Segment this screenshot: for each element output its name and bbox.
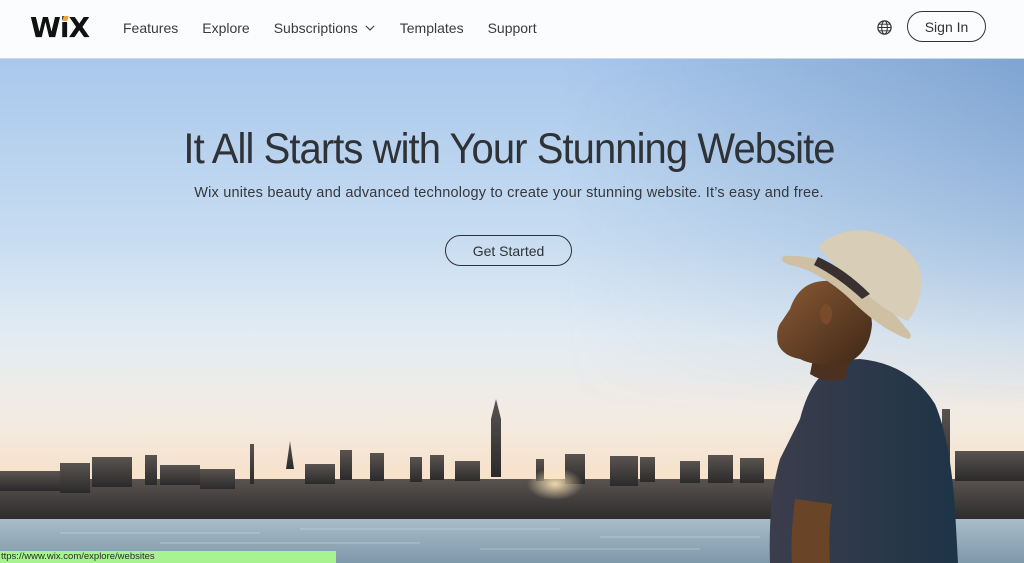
main-nav: Features Explore Subscriptions Templates…	[123, 19, 561, 37]
logo-letter-i: i	[60, 13, 70, 43]
link-status-bar: ttps://www.wix.com/explore/websites	[0, 551, 336, 563]
nav-features-label: Features	[123, 20, 179, 36]
nav-support[interactable]: Support	[488, 19, 537, 37]
logo-letter-x: X	[68, 11, 91, 44]
nav-templates-label: Templates	[399, 20, 464, 36]
nav-features[interactable]: Features	[123, 19, 178, 37]
nav-explore-label: Explore	[202, 20, 250, 36]
logo-letter-w: W	[30, 11, 61, 44]
chevron-down-icon	[365, 25, 375, 31]
top-nav-bar: Wi X Features Explore Subscriptions Templ…	[0, 0, 1024, 59]
globe-icon[interactable]	[876, 19, 893, 36]
hero-subheadline: Wix unites beauty and advanced technolog…	[194, 185, 824, 201]
nav-templates[interactable]: Templates	[400, 19, 464, 37]
nav-subscriptions-label: Subscriptions	[273, 20, 358, 36]
get-started-button[interactable]: Get Started	[445, 235, 572, 266]
nav-explore[interactable]: Explore	[202, 19, 249, 37]
wix-logo[interactable]: Wi X	[30, 11, 91, 44]
hero-headline: It All Starts with Your Stunning Website	[183, 125, 835, 173]
hero-section: It All Starts with Your Stunning Website…	[0, 59, 1024, 563]
nav-subscriptions[interactable]: Subscriptions	[274, 19, 376, 37]
nav-support-label: Support	[487, 20, 537, 36]
sign-in-button[interactable]: Sign In	[907, 11, 986, 42]
